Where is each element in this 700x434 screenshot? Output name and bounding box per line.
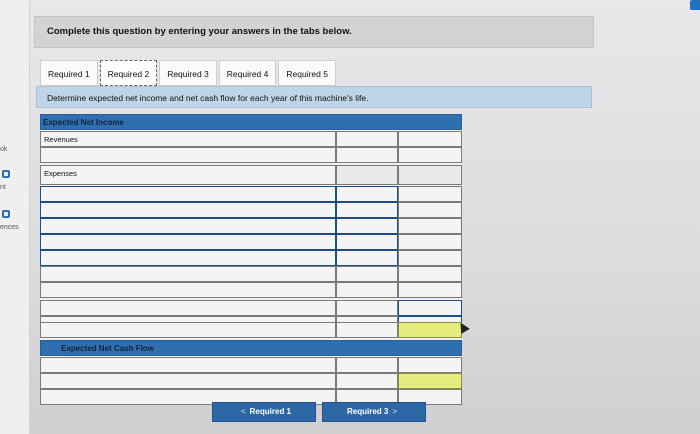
chevron-right-icon: > bbox=[392, 407, 397, 416]
expense-label-cell[interactable] bbox=[40, 250, 336, 266]
table-row bbox=[40, 202, 462, 218]
next-required-button[interactable]: Required 3 > bbox=[322, 402, 426, 422]
table-row bbox=[40, 373, 462, 389]
expenses-label-cell[interactable]: Expenses bbox=[40, 165, 336, 185]
expense-total-amount-b[interactable] bbox=[398, 282, 462, 298]
expense-amount-b[interactable] bbox=[398, 202, 462, 218]
sidebar-item-label: ences bbox=[0, 224, 19, 231]
net-income-header: Expected Net Income bbox=[40, 114, 462, 130]
net-income-label-cell[interactable] bbox=[40, 322, 336, 338]
table-row bbox=[40, 357, 462, 373]
references-icon[interactable] bbox=[2, 210, 10, 218]
expense-label-cell[interactable] bbox=[40, 186, 336, 202]
expense-total-label-cell[interactable] bbox=[40, 282, 336, 298]
next-button-label: Required 3 bbox=[346, 407, 389, 416]
net-income-amount-a[interactable] bbox=[336, 322, 398, 338]
table-row: Revenues bbox=[40, 131, 462, 150]
net-income-header-label: Expected Net Income bbox=[43, 118, 124, 127]
expense-amount-a[interactable] bbox=[336, 186, 398, 202]
expense-amount-a[interactable] bbox=[336, 250, 398, 266]
tab-required-5[interactable]: Required 5 bbox=[278, 60, 336, 86]
sidebar-item-label: nt bbox=[0, 184, 6, 191]
row-amount-a[interactable] bbox=[336, 147, 398, 163]
expenses-amount-a bbox=[336, 165, 398, 185]
cashflow-amount-a[interactable] bbox=[336, 357, 398, 373]
chevron-left-icon: < bbox=[240, 407, 246, 416]
question-instruction-panel: Complete this question by entering your … bbox=[34, 16, 594, 48]
sidebar-item-references[interactable]: ences bbox=[0, 224, 19, 231]
corner-badge-icon bbox=[690, 0, 700, 10]
tab-required-4[interactable]: Required 4 bbox=[218, 60, 277, 86]
table-row bbox=[40, 282, 462, 298]
table-row bbox=[40, 234, 462, 250]
net-cash-flow-header-label: Expected Net Cash Flow bbox=[61, 344, 154, 353]
expense-amount-a[interactable] bbox=[336, 266, 398, 282]
cashflow-label-cell[interactable] bbox=[40, 373, 336, 389]
expense-amount-b[interactable] bbox=[398, 218, 462, 234]
net-cash-flow-total-cell[interactable] bbox=[398, 373, 462, 389]
table-row bbox=[40, 322, 462, 338]
pretax-label-cell[interactable] bbox=[40, 300, 336, 316]
question-instruction: Complete this question by entering your … bbox=[47, 26, 352, 37]
cashflow-label-cell[interactable] bbox=[40, 357, 336, 373]
sidebar-item-print[interactable]: nt bbox=[0, 184, 6, 191]
tab-required-1[interactable]: Required 1 bbox=[40, 60, 98, 86]
left-sidebar: ok nt ences bbox=[0, 0, 30, 434]
expense-amount-b[interactable] bbox=[398, 250, 462, 266]
expense-amount-a[interactable] bbox=[336, 218, 398, 234]
expense-total-amount-a[interactable] bbox=[336, 282, 398, 298]
income-cashflow-table: Expected Net Income Revenues Expenses Ex… bbox=[40, 114, 462, 405]
sidebar-item-book[interactable]: ok bbox=[0, 146, 7, 153]
revenues-amount-a[interactable] bbox=[336, 131, 398, 150]
expense-label-cell[interactable] bbox=[40, 266, 336, 282]
row-amount-b[interactable] bbox=[398, 147, 462, 163]
table-row bbox=[40, 147, 462, 163]
expense-amount-b[interactable] bbox=[398, 234, 462, 250]
expenses-amount-b bbox=[398, 165, 462, 185]
net-income-total-cell[interactable] bbox=[398, 322, 462, 338]
row-label-cell[interactable] bbox=[40, 147, 336, 163]
prev-required-button[interactable]: < Required 1 bbox=[212, 402, 316, 422]
table-row bbox=[40, 250, 462, 266]
task-prompt-bar: Determine expected net income and net ca… bbox=[36, 86, 592, 108]
print-icon[interactable] bbox=[2, 170, 10, 178]
cashflow-amount-a[interactable] bbox=[336, 373, 398, 389]
requirement-tabs: Required 1 Required 2 Required 3 Require… bbox=[40, 60, 338, 86]
table-row bbox=[40, 300, 462, 316]
expense-amount-b[interactable] bbox=[398, 266, 462, 282]
expense-amount-a[interactable] bbox=[336, 234, 398, 250]
expenses-label: Expenses bbox=[44, 169, 77, 178]
table-row bbox=[40, 186, 462, 202]
expense-label-cell[interactable] bbox=[40, 234, 336, 250]
sidebar-item-label: ok bbox=[0, 146, 8, 153]
pretax-amount-a[interactable] bbox=[336, 300, 398, 316]
table-row bbox=[40, 266, 462, 282]
task-prompt: Determine expected net income and net ca… bbox=[47, 93, 369, 103]
revenues-label: Revenues bbox=[44, 135, 78, 144]
revenues-label-cell[interactable]: Revenues bbox=[40, 131, 336, 147]
expense-label-cell[interactable] bbox=[40, 202, 336, 218]
expense-amount-a[interactable] bbox=[336, 202, 398, 218]
net-cash-flow-header: Expected Net Cash Flow bbox=[40, 340, 462, 356]
tab-required-3[interactable]: Required 3 bbox=[159, 60, 217, 86]
revenues-amount-b[interactable] bbox=[398, 131, 462, 150]
expense-label-cell[interactable] bbox=[40, 218, 336, 234]
table-row: Expenses bbox=[40, 165, 462, 185]
cashflow-amount-b[interactable] bbox=[398, 357, 462, 373]
pretax-amount-b[interactable] bbox=[398, 300, 462, 316]
prev-button-label: Required 1 bbox=[249, 407, 291, 416]
expense-amount-b[interactable] bbox=[398, 186, 462, 202]
tab-required-2[interactable]: Required 2 bbox=[99, 60, 158, 86]
table-row bbox=[40, 218, 462, 234]
